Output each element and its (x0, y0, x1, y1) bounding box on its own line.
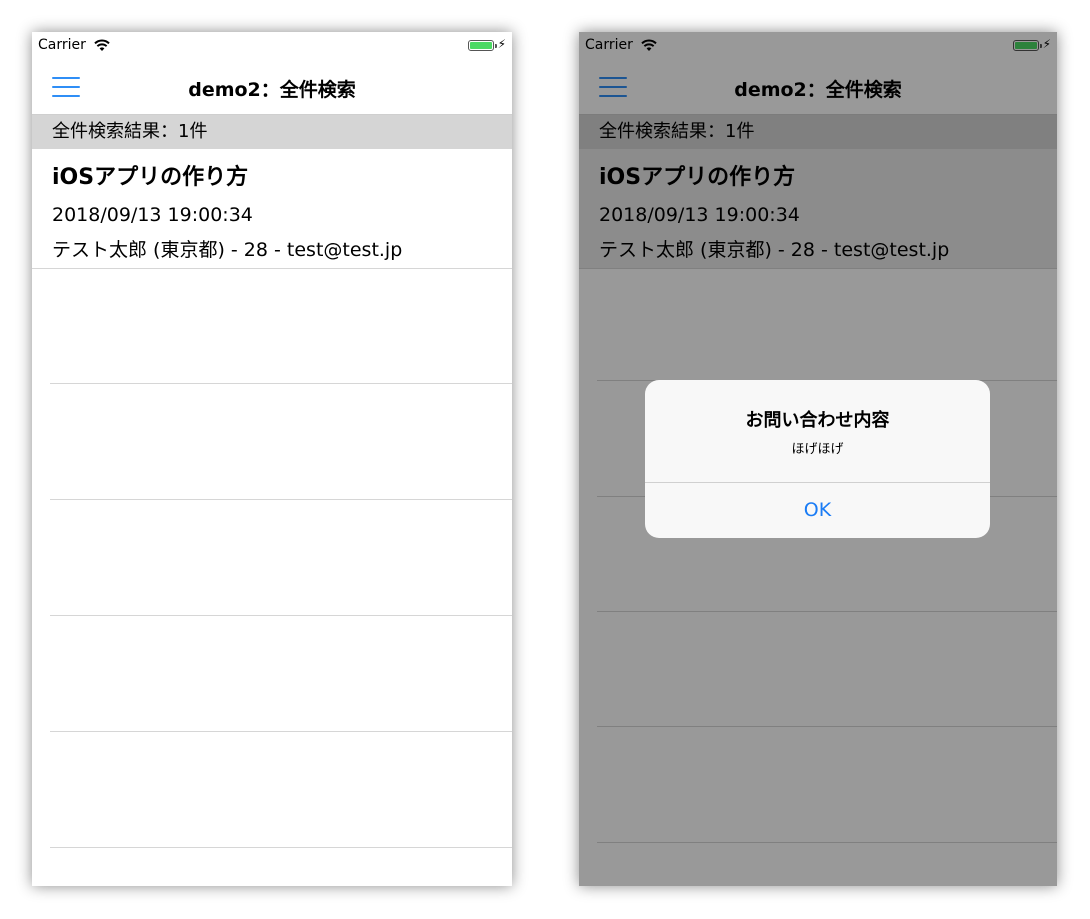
row-separator (50, 615, 512, 616)
status-bar: Carrier ⚡ (32, 32, 512, 60)
alert-dialog: お問い合わせ内容 ほげほげ OK (645, 380, 990, 538)
nav-title: demo2：全件検索 (188, 79, 356, 101)
battery-icon (468, 40, 497, 51)
alert-title: お問い合わせ内容 (745, 410, 890, 431)
result-count-header: 全件検索結果：1件 (32, 115, 512, 149)
result-cell[interactable]: iOSアプリの作り方 2018/09/13 19:00:34 テスト太郎 (東京… (32, 149, 512, 269)
row-separator (50, 847, 512, 848)
bolt-icon: ⚡ (497, 37, 506, 51)
ok-button[interactable]: OK (645, 483, 990, 538)
cell-person-info: テスト太郎 (東京都) - 28 - test@test.jp (52, 239, 403, 261)
screen-list: Carrier ⚡ demo2：全件検索 全件検索結果：1件 iOSアプリの作り… (32, 32, 512, 886)
row-separator (50, 383, 512, 384)
alert-message: ほげほげ (791, 442, 844, 457)
screen-alert: Carrier ⚡ demo2：全件検索 全件検索結果：1件 iOSアプリの作り… (579, 32, 1057, 886)
navigation-bar: demo2：全件検索 (32, 60, 512, 115)
cell-title: iOSアプリの作り方 (52, 165, 249, 190)
cell-datetime: 2018/09/13 19:00:34 (52, 204, 253, 226)
carrier-label: Carrier (38, 37, 86, 53)
row-separator (50, 499, 512, 500)
row-separator (50, 731, 512, 732)
wifi-icon (94, 39, 110, 51)
